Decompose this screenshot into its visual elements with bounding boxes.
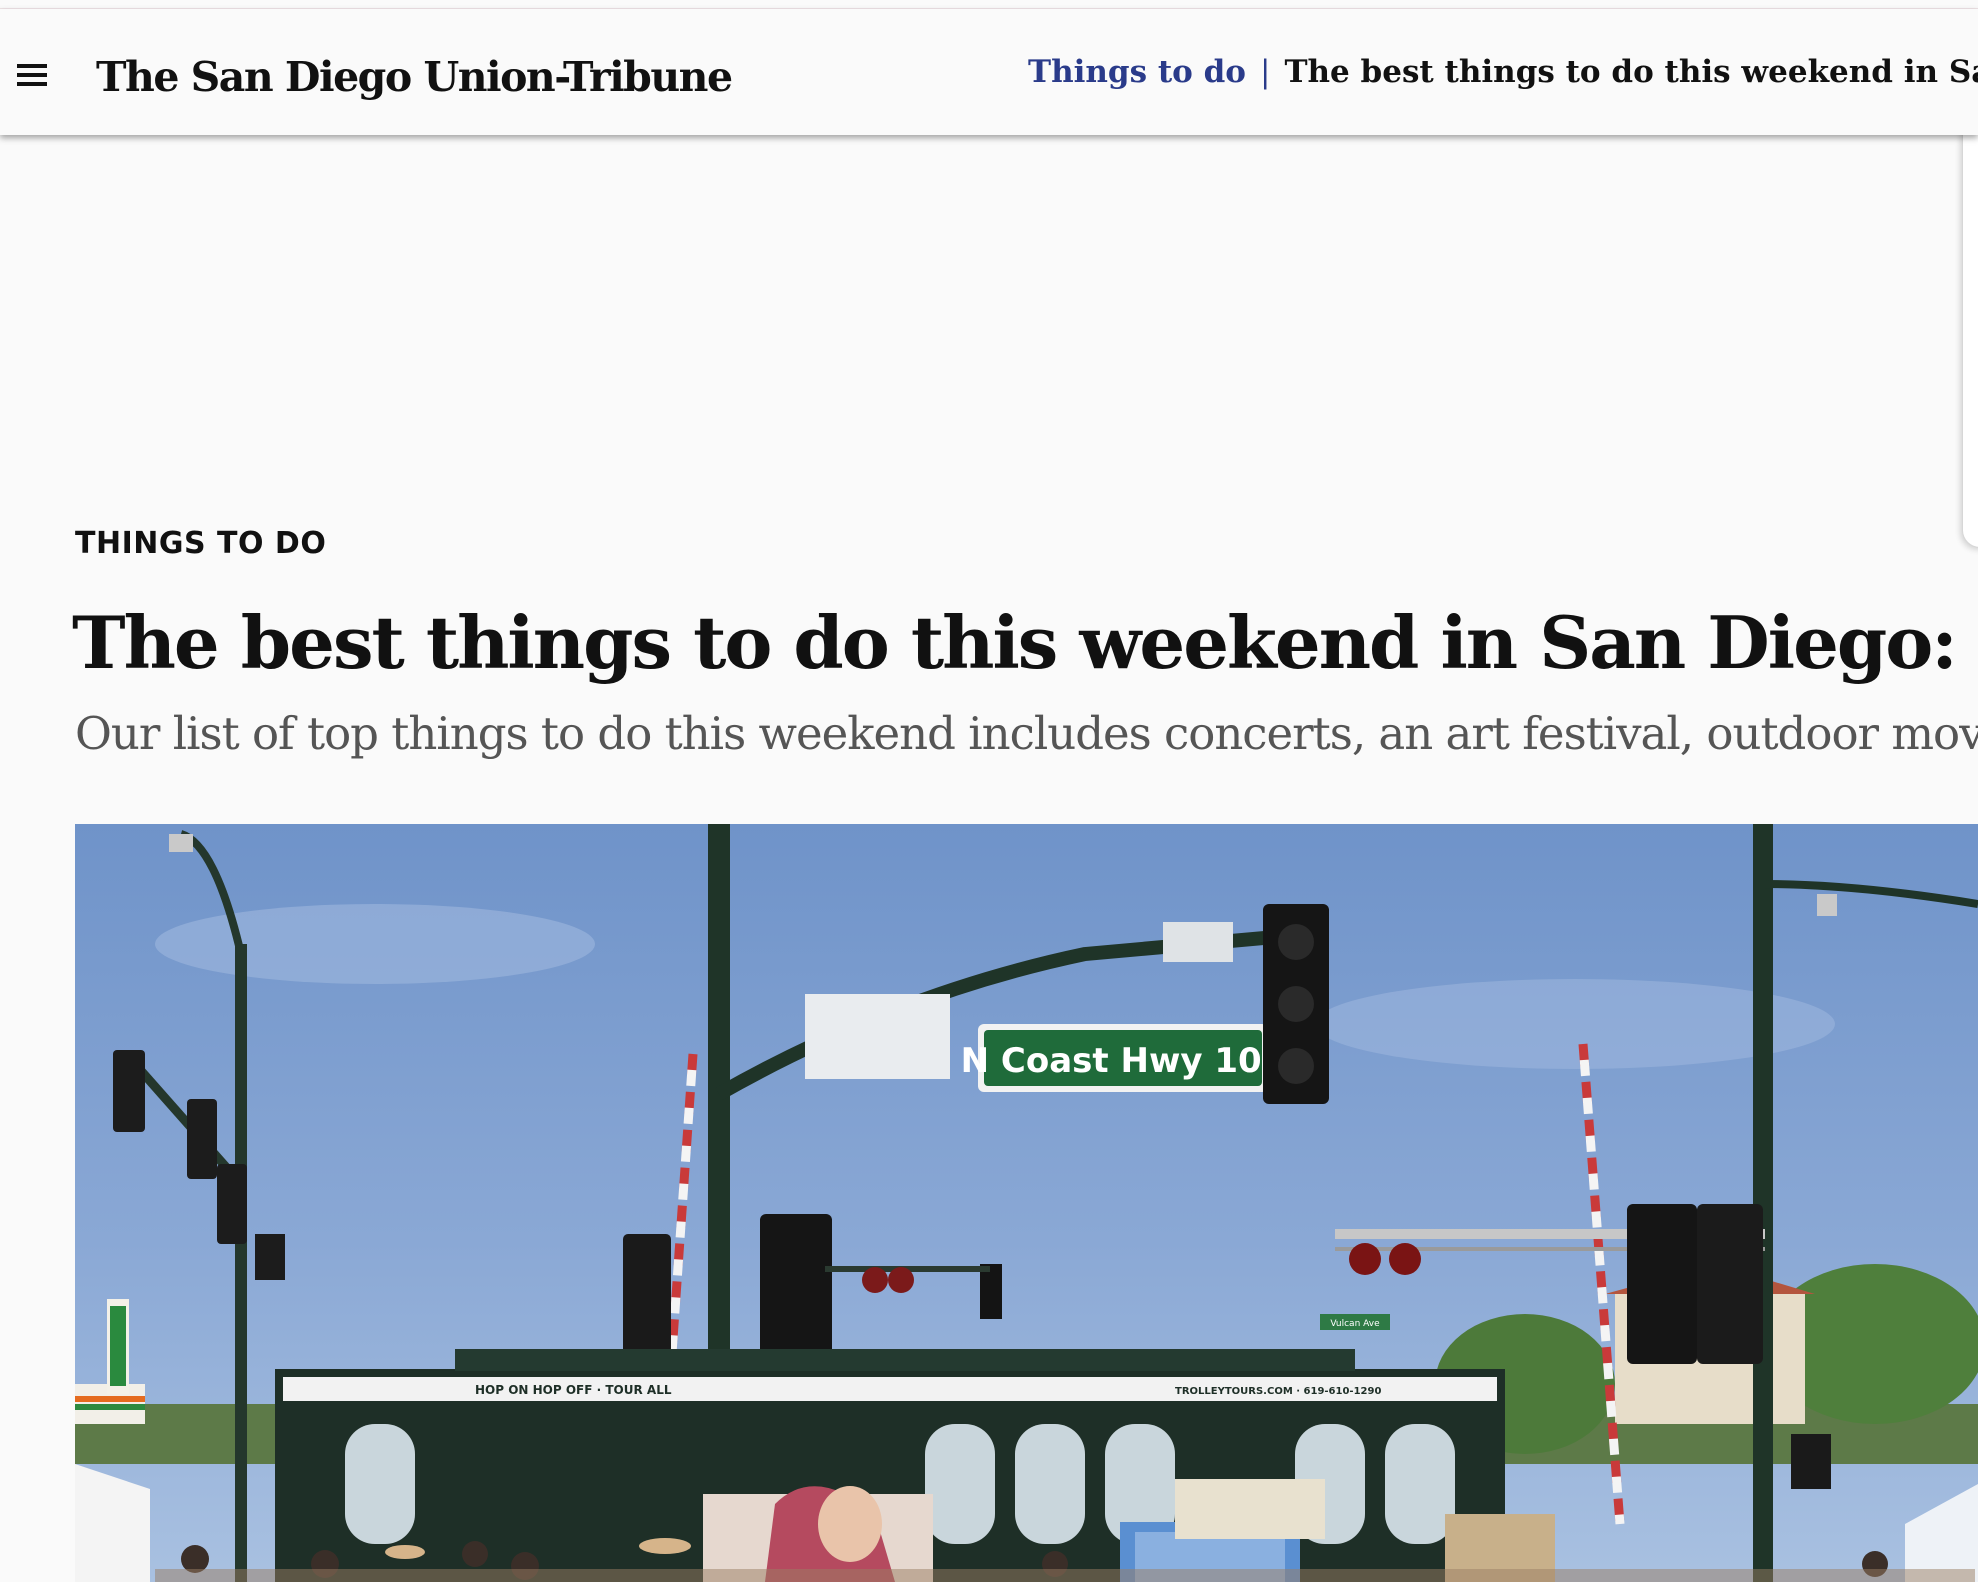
breadcrumb-section-link[interactable]: Things to do bbox=[1028, 54, 1246, 90]
small-street-sign-text: Vulcan Ave bbox=[1330, 1319, 1380, 1329]
breadcrumb-article-title: The best things to do this weekend in Sa… bbox=[1284, 54, 1978, 90]
breadcrumb-separator: | bbox=[1259, 54, 1271, 90]
trolley-banner-text: HOP ON HOP OFF · TOUR ALL bbox=[475, 1383, 672, 1397]
sticky-breadcrumb: Things to do | The best things to do thi… bbox=[1028, 9, 1978, 135]
hamburger-menu-icon[interactable] bbox=[17, 64, 47, 86]
article-kicker[interactable]: THINGS TO DO bbox=[75, 526, 326, 561]
street-sign: N Coast Hwy 101 bbox=[961, 1024, 1286, 1092]
browser-top-edge bbox=[0, 0, 1978, 9]
street-sign-text: N Coast Hwy 101 bbox=[961, 1041, 1286, 1081]
article-dek: Our list of top things to do this weeken… bbox=[75, 707, 1978, 760]
article-headline: The best things to do this weekend in Sa… bbox=[72, 600, 1978, 685]
lead-photo-illustration: N Coast Hwy 101 HOP ON HOP OFF · TOUR AL… bbox=[75, 824, 1978, 1582]
article-lead-photo[interactable]: N Coast Hwy 101 HOP ON HOP OFF · TOUR AL… bbox=[75, 824, 1978, 1582]
site-logo[interactable]: The San Diego Union-Tribune bbox=[96, 37, 733, 117]
trolley-url-text: TROLLEYTOURS.COM · 619-610-1290 bbox=[1175, 1386, 1381, 1397]
